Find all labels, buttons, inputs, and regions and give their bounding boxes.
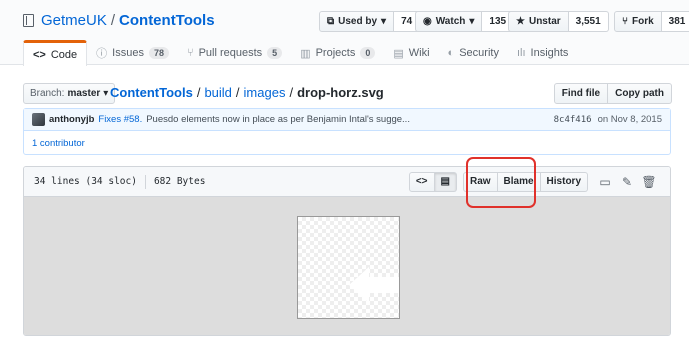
- tab-issues-count: 78: [148, 47, 169, 59]
- tab-issues[interactable]: ⓘ Issues 78: [87, 40, 178, 66]
- svg-image-preview: [297, 216, 400, 319]
- tab-security[interactable]: ◐ Security: [439, 40, 508, 66]
- tab-insights[interactable]: ılı Insights: [508, 40, 577, 66]
- repo-header: GetmeUK / ContentTools ⧉ Used by ▾ 74 ◉ …: [0, 0, 689, 66]
- used-by-button[interactable]: ⧉ Used by ▾: [319, 11, 395, 32]
- branch-select-button[interactable]: Branch: master ▾: [23, 83, 116, 104]
- tab-projects-count: 0: [360, 47, 376, 59]
- breadcrumb-separator: /: [235, 85, 240, 100]
- code-icon: <>: [415, 176, 428, 187]
- breadcrumb-separator: /: [196, 85, 201, 100]
- raw-button-highlight: [466, 157, 536, 208]
- copy-path-button[interactable]: Copy path: [608, 83, 672, 104]
- unstar-button[interactable]: ★ Unstar: [508, 11, 569, 32]
- tab-projects-label: Projects: [315, 47, 356, 59]
- arrow-left-icon: [349, 267, 399, 303]
- file-icon: ▤: [440, 176, 450, 187]
- fork-label: Fork: [632, 16, 654, 27]
- tab-wiki[interactable]: ▤ Wiki: [384, 40, 438, 66]
- file-header: 34 lines (34 sloc) 682 Bytes <> ▤ Raw Bl…: [24, 167, 670, 197]
- file-line-count: 34 lines (34 sloc): [34, 176, 137, 187]
- tab-code[interactable]: <> Code: [23, 40, 88, 66]
- file-info-divider: [144, 174, 146, 189]
- repo-title-separator: /: [110, 12, 116, 29]
- caret-down-icon: ▾: [381, 16, 387, 27]
- repo-icon: [23, 14, 34, 27]
- repo-owner-link[interactable]: GetmeUK: [41, 12, 107, 29]
- tab-pull-requests-count: 5: [267, 47, 283, 59]
- star-count[interactable]: 3,551: [568, 11, 609, 32]
- wiki-icon: ▤: [393, 47, 404, 60]
- shield-icon: ◐: [447, 47, 455, 59]
- commit-tease: anthonyjb Fixes #58. Puesdo elements now…: [23, 108, 671, 155]
- find-file-button[interactable]: Find file: [553, 83, 609, 104]
- fork-button[interactable]: ⑂ Fork: [614, 11, 662, 32]
- commit-message-link[interactable]: Fixes #58.: [98, 114, 142, 125]
- package-icon: ⧉: [327, 16, 335, 27]
- project-icon: ▥: [300, 47, 311, 60]
- breadcrumb: ContentTools / build / images / drop-hor…: [110, 85, 384, 100]
- branch-value: master: [67, 88, 101, 99]
- unstar-label: Unstar: [528, 16, 561, 27]
- commit-meta: 8c4f416 on Nov 8, 2015: [554, 114, 662, 125]
- file-navigation-buttons: Find file Copy path: [553, 83, 672, 104]
- fork-count[interactable]: 381: [661, 11, 689, 32]
- pencil-icon[interactable]: ✎: [616, 172, 638, 192]
- tab-pull-requests-label: Pull requests: [198, 47, 263, 59]
- commit-sha-link[interactable]: 8c4f416: [554, 115, 592, 125]
- fork-icon: ⑂: [622, 16, 628, 27]
- commit-author-link[interactable]: anthonyjb: [49, 114, 94, 125]
- branch-label: Branch:: [30, 88, 65, 99]
- history-button[interactable]: History: [540, 171, 588, 192]
- breadcrumb-separator: /: [289, 85, 294, 100]
- caret-down-icon: ▾: [469, 16, 475, 27]
- code-icon: <>: [33, 48, 46, 61]
- commit-summary: anthonyjb Fixes #58. Puesdo elements now…: [24, 109, 670, 131]
- tab-pull-requests[interactable]: ⑂ Pull requests 5: [178, 40, 291, 66]
- render-toggle-group: <> ▤: [408, 171, 457, 192]
- commit-date: on Nov 8, 2015: [597, 114, 662, 125]
- pull-request-icon: ⑂: [186, 47, 194, 59]
- watch-label: Watch: [435, 16, 466, 27]
- tab-insights-label: Insights: [530, 47, 569, 59]
- file-size: 682 Bytes: [153, 176, 206, 187]
- file-viewer: 34 lines (34 sloc) 682 Bytes <> ▤ Raw Bl…: [23, 166, 671, 336]
- trash-icon[interactable]: 🗑: [638, 172, 660, 192]
- breadcrumb-build-link[interactable]: build: [204, 85, 231, 100]
- tab-projects[interactable]: ▥ Projects 0: [291, 40, 384, 66]
- watch-button[interactable]: ◉ Watch ▾: [415, 11, 483, 32]
- star-icon: ★: [516, 16, 525, 27]
- breadcrumb-root-link[interactable]: ContentTools: [110, 85, 193, 100]
- tab-code-label: Code: [50, 48, 78, 61]
- issue-icon: ⓘ: [96, 48, 108, 60]
- image-preview-area: [24, 197, 670, 335]
- tab-security-label: Security: [459, 47, 499, 59]
- tab-wiki-label: Wiki: [408, 47, 430, 59]
- avatar[interactable]: [32, 113, 45, 126]
- fork-group: ⑂ Fork 381: [614, 11, 689, 32]
- used-by-group: ⧉ Used by ▾ 74: [319, 11, 421, 32]
- rendered-view-button[interactable]: ▤: [434, 171, 457, 192]
- tab-issues-label: Issues: [112, 47, 144, 59]
- commit-message[interactable]: Puesdo elements now in place as per Benj…: [146, 114, 410, 125]
- breadcrumb-file-name: drop-horz.svg: [297, 85, 384, 100]
- repo-nav: <> Code ⓘ Issues 78 ⑂ Pull requests 5 ▥ …: [23, 40, 577, 66]
- star-group: ★ Unstar 3,551: [508, 11, 609, 32]
- repo-name-link[interactable]: ContentTools: [119, 12, 215, 29]
- repo-title: GetmeUK / ContentTools: [23, 12, 215, 29]
- breadcrumb-images-link[interactable]: images: [244, 85, 286, 100]
- caret-down-icon: ▾: [103, 88, 109, 99]
- watch-group: ◉ Watch ▾ 135: [415, 11, 515, 32]
- eye-icon: ◉: [423, 16, 432, 27]
- contributors-link[interactable]: 1 contributor: [24, 131, 670, 155]
- used-by-label: Used by: [338, 16, 378, 27]
- source-view-button[interactable]: <>: [408, 171, 435, 192]
- desktop-icon[interactable]: ▭: [594, 172, 616, 192]
- graph-icon: ılı: [516, 47, 526, 59]
